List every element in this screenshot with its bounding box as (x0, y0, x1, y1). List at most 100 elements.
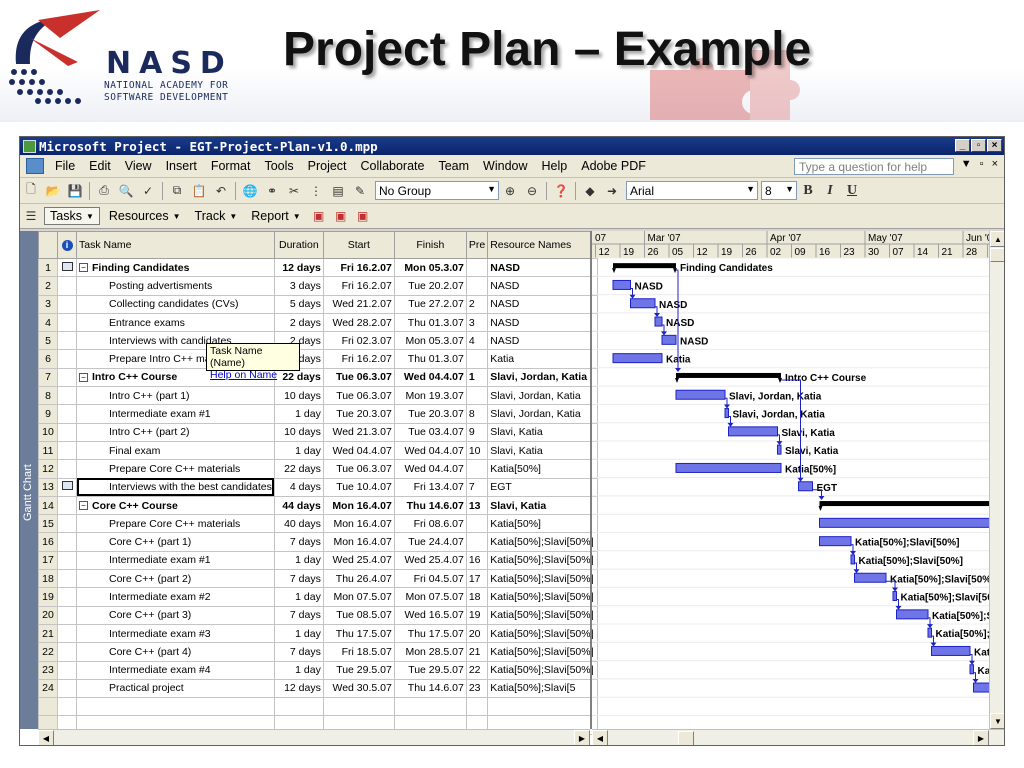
start-cell[interactable]: Thu 26.4.07 (322, 569, 395, 589)
indicator-cell[interactable] (57, 440, 77, 461)
menu-team[interactable]: Team (431, 159, 476, 173)
indicator-cell[interactable] (57, 569, 77, 589)
underline-button[interactable]: U (843, 182, 861, 199)
row-number[interactable]: 13 (38, 477, 58, 497)
indicator-cell[interactable] (57, 276, 77, 296)
resource-cell[interactable]: Slavi, Katia (487, 495, 599, 516)
start-cell[interactable]: Wed 25.4.07 (322, 550, 395, 571)
indicator-cell[interactable] (57, 623, 77, 644)
table-row[interactable]: 9 Intermediate exam #1 1 day Tue 20.3.07 Tue… (38, 404, 599, 424)
predecessor-cell[interactable] (465, 257, 489, 278)
task-name-cell[interactable]: Core C++ (part 4) (76, 642, 275, 662)
start-cell[interactable]: Fri 18.5.07 (322, 642, 395, 662)
table-row[interactable]: 23 Intermediate exam #4 1 day Tue 29.5.07 Tu… (38, 660, 599, 680)
scroll-up-icon[interactable]: ▲ (990, 231, 1004, 247)
split-task-icon[interactable]: ⋮ (307, 182, 325, 199)
start-cell[interactable]: Tue 06.3.07 (322, 367, 395, 388)
resource-cell[interactable]: Katia[50%];Slavi[50%] (487, 623, 599, 644)
link-tasks-icon[interactable]: ⚭ (263, 182, 281, 199)
resource-cell[interactable]: Katia[50%];Slavi[50%] (487, 605, 599, 625)
empty-cell[interactable] (322, 697, 395, 717)
duration-cell[interactable]: 7 days (273, 569, 324, 589)
gantt-horizontal-scrollbar[interactable]: ◀ ▶ (592, 729, 1004, 745)
start-cell[interactable]: Fri 16.2.07 (322, 276, 395, 296)
start-cell[interactable]: Tue 08.5.07 (322, 605, 395, 625)
view-side-label[interactable]: Gantt Chart (20, 231, 38, 729)
export-icon[interactable]: ▣ (354, 208, 372, 225)
start-cell[interactable]: Wed 30.5.07 (322, 678, 395, 699)
predecessor-cell[interactable] (465, 386, 489, 406)
table-row[interactable]: 3 Collecting candidates (CVs) 5 days Wed 21… (38, 294, 599, 314)
duration-cell[interactable]: 40 days (273, 514, 324, 534)
duration-cell[interactable]: 22 days (273, 459, 324, 479)
predecessor-cell[interactable]: 21 (465, 642, 489, 662)
open-folder-icon[interactable]: 📂 (44, 182, 62, 199)
resource-cell[interactable]: EGT (487, 477, 599, 497)
document-menu-icon[interactable] (26, 158, 44, 174)
finish-cell[interactable]: Tue 20.2.07 (393, 276, 467, 296)
menu-project[interactable]: Project (301, 159, 354, 173)
table-row[interactable]: 1 − Finding Candidates 12 days Fri 16.2.07 Mo… (38, 257, 599, 278)
task-name-cell[interactable]: Interviews with the best candidates (76, 477, 275, 497)
col-predecessors[interactable]: Pre (465, 231, 489, 259)
task-name-cell[interactable]: Intermediate exam #3 (76, 623, 275, 644)
tooltip-help-link[interactable]: Help on Name (210, 369, 296, 381)
resource-cell[interactable]: Katia[50%];Slavi[50%] (487, 550, 599, 571)
finish-cell[interactable]: Mon 28.5.07 (393, 642, 467, 662)
predecessor-cell[interactable]: 16 (465, 550, 489, 571)
row-number[interactable]: 19 (38, 587, 58, 607)
start-cell[interactable]: Mon 16.4.07 (322, 495, 395, 516)
table-row[interactable]: 14 − Core C++ Course 44 days Mon 16.4.07 Thu … (38, 495, 599, 516)
finish-cell[interactable]: Mon 05.3.07 (393, 257, 467, 278)
table-row[interactable]: 7− Intro C++ Course 22 days Tue 06.3.07 Wed … (38, 367, 599, 388)
row-number[interactable]: 7 (38, 367, 58, 388)
task-name-cell[interactable]: Posting advertisments (76, 276, 275, 296)
predecessor-cell[interactable]: 10 (465, 440, 489, 461)
predecessor-cell[interactable]: 17 (465, 569, 489, 589)
start-cell[interactable]: Tue 29.5.07 (322, 660, 395, 680)
table-row[interactable]: 11 Final exam 1 day Wed 04.4.07 Wed 04.4.07 1… (38, 440, 599, 461)
task-name-cell[interactable]: Intro C++ (part 1) (76, 386, 275, 406)
indicator-cell[interactable] (57, 660, 77, 680)
predecessor-cell[interactable]: 3 (465, 312, 489, 333)
predecessor-cell[interactable] (465, 276, 489, 296)
empty-cell[interactable] (38, 697, 58, 717)
table-row[interactable]: 15 Prepare Core C++ materials 40 days Mon 1… (38, 514, 599, 534)
indicator-cell[interactable] (57, 477, 77, 497)
collapse-icon[interactable]: − (79, 263, 88, 273)
duration-cell[interactable]: 12 days (273, 678, 324, 699)
duration-cell[interactable]: 2 days (273, 312, 324, 333)
predecessor-cell[interactable] (465, 349, 489, 369)
resources-button[interactable]: Resources ▼ (104, 208, 186, 224)
row-number[interactable]: 8 (38, 386, 58, 406)
resource-cell[interactable]: Katia[50%];Slavi[5 (487, 678, 599, 699)
table-row[interactable]: 4 Entrance exams 2 days Wed 28.2.07 Thu 01.3… (38, 312, 599, 333)
task-name-cell[interactable]: Intro C++ (part 2) (76, 422, 275, 442)
predecessor-cell[interactable]: 4 (465, 331, 489, 351)
row-number[interactable]: 4 (38, 312, 58, 333)
zoom-out-icon[interactable]: ⊖ (523, 182, 541, 199)
duration-cell[interactable]: 1 day (273, 550, 324, 571)
task-name-cell[interactable]: Prepare Core C++ materials (76, 514, 275, 534)
finish-cell[interactable]: Thu 01.3.07 (393, 312, 467, 333)
duration-cell[interactable]: 1 day (273, 404, 324, 424)
help-icon[interactable]: ❓ (552, 182, 570, 199)
resource-cell[interactable]: NASD (487, 331, 599, 351)
scroll-right-icon[interactable]: ▶ (574, 730, 590, 745)
col-start[interactable]: Start (322, 231, 395, 259)
arrow-left-icon[interactable]: ◆ (581, 182, 599, 199)
row-number[interactable]: 20 (38, 605, 58, 625)
indicator-cell[interactable] (57, 532, 77, 552)
track-button[interactable]: Track ▼ (190, 208, 243, 224)
predecessor-cell[interactable]: 20 (465, 623, 489, 644)
indicator-cell[interactable] (57, 404, 77, 424)
scroll-down-icon[interactable]: ▼ (990, 713, 1004, 729)
resource-cell[interactable]: Slavi, Jordan, Katia (487, 404, 599, 424)
row-number[interactable]: 22 (38, 642, 58, 662)
start-cell[interactable]: Wed 21.3.07 (322, 422, 395, 442)
table-row[interactable]: 22 Core C++ (part 4) 7 days Fri 18.5.07 Mon … (38, 642, 599, 662)
row-number[interactable]: 2 (38, 276, 58, 296)
predecessor-cell[interactable]: 23 (465, 678, 489, 699)
collapse-icon[interactable]: − (79, 501, 88, 511)
resource-cell[interactable]: Slavi, Jordan, Katia (487, 367, 599, 388)
